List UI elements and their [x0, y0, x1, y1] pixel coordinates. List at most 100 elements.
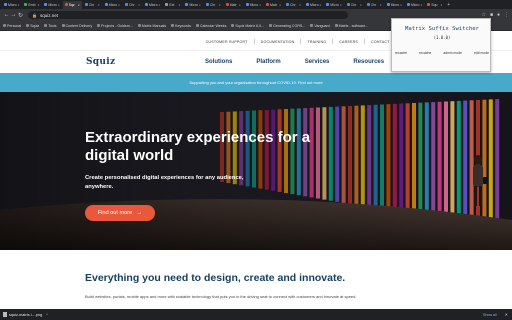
popup-button[interactable]: recache: [419, 51, 431, 55]
popup-button[interactable]: recache: [395, 51, 407, 55]
tab-close-icon[interactable]: ×: [18, 3, 20, 7]
tab-close-icon[interactable]: ×: [360, 3, 362, 7]
tab-close-icon[interactable]: ×: [239, 3, 241, 7]
tab-close-icon[interactable]: ×: [159, 3, 161, 7]
arrow-right-icon: →: [136, 210, 143, 216]
nav-item[interactable]: Resources: [353, 59, 384, 65]
cta-label: Find out more: [97, 210, 133, 216]
browser-tab[interactable]: Micro ×: [42, 1, 61, 9]
bookmark-icon: [137, 24, 141, 27]
popup-button[interactable]: admin mode: [443, 51, 462, 55]
lock-icon: 🔒: [32, 12, 37, 18]
nav-item[interactable]: Platform: [256, 59, 280, 65]
browser-tab[interactable]: Micro ×: [103, 1, 122, 9]
tab-close-icon[interactable]: ×: [219, 3, 221, 7]
bookmark-item[interactable]: Matrix - software...: [334, 24, 368, 28]
show-all-downloads-link[interactable]: Show all: [483, 313, 497, 317]
download-filename: squiz-matrix-i....png: [9, 312, 43, 317]
browser-tab[interactable]: Micro ×: [385, 1, 404, 9]
browser-tab[interactable]: Ext ×: [163, 1, 182, 9]
browser-tab[interactable]: Chr ×: [123, 1, 142, 9]
banner-text: Supporting you and your organisation thr…: [189, 80, 323, 85]
tab-close-icon[interactable]: ×: [179, 3, 181, 7]
tab-close-icon[interactable]: ×: [78, 3, 80, 7]
tab-title: Chr: [370, 2, 377, 7]
browser-tab[interactable]: Squ ×: [425, 1, 444, 9]
close-icon[interactable]: ✕: [505, 312, 508, 317]
browser-tab[interactable]: Micro ×: [304, 1, 323, 9]
tab-list: Micro × Emb × Micro × Sqz × Chr × Micro × Chr × Micro ×…: [2, 0, 445, 9]
forward-icon[interactable]: →: [10, 12, 17, 18]
bookmark-icon: [334, 24, 338, 27]
browser-tab[interactable]: Chr ×: [345, 1, 364, 9]
tab-close-icon[interactable]: ×: [279, 3, 281, 7]
browser-tab[interactable]: Matr ×: [224, 1, 243, 9]
bookmark-item[interactable]: Content Delivery: [61, 24, 92, 28]
tab-favicon-icon: [24, 3, 28, 6]
tab-close-icon[interactable]: ×: [58, 3, 60, 7]
download-item[interactable]: squiz-matrix-i....png ^: [3, 312, 48, 317]
squiz-logo[interactable]: Squiz: [86, 57, 115, 67]
browser-tab[interactable]: Matr ×: [264, 1, 283, 9]
browser-tab[interactable]: Micro ×: [405, 1, 424, 9]
tab-close-icon[interactable]: ×: [98, 3, 100, 7]
reload-icon[interactable]: ↻: [17, 12, 24, 19]
tab-close-icon[interactable]: ×: [299, 3, 301, 7]
nav-item[interactable]: Services: [305, 59, 330, 65]
find-out-more-button[interactable]: Find out more →: [85, 205, 155, 221]
tab-close-icon[interactable]: ×: [380, 3, 382, 7]
browser-tab[interactable]: Micro ×: [143, 1, 162, 9]
back-icon[interactable]: ←: [3, 12, 10, 18]
bookmark-item[interactable]: Matrix Manuals: [137, 24, 166, 28]
bookmark-item[interactable]: Tools: [44, 24, 57, 28]
bookmark-item[interactable]: Squiz: [26, 24, 39, 28]
new-tab-icon[interactable]: +: [447, 2, 450, 8]
popup-button[interactable]: edit mode: [474, 51, 489, 55]
utility-link[interactable]: DOCUMENTATION: [261, 40, 295, 44]
covid-banner[interactable]: Supporting you and your organisation thr…: [0, 73, 512, 92]
utility-link[interactable]: CONTACT: [371, 40, 390, 44]
tab-close-icon[interactable]: ×: [259, 3, 261, 7]
tab-favicon-icon: [285, 3, 289, 6]
menu-icon[interactable]: ⋮: [504, 12, 509, 18]
utility-link[interactable]: TRAINING: [307, 40, 326, 44]
browser-tab[interactable]: Micro ×: [183, 1, 202, 9]
utility-link[interactable]: CAREERS: [339, 40, 358, 44]
tab-close-icon[interactable]: ×: [340, 3, 342, 7]
bookmark-icon: [44, 24, 48, 27]
chevron-up-icon[interactable]: ^: [46, 312, 48, 317]
url-text: squiz.net: [39, 12, 58, 18]
utility-link[interactable]: CUSTOMER SUPPORT: [206, 40, 248, 44]
tab-favicon-icon: [225, 3, 229, 6]
tab-close-icon[interactable]: ×: [38, 3, 40, 7]
bookmark-item[interactable]: Personal: [3, 24, 21, 28]
tab-close-icon[interactable]: ×: [400, 3, 402, 7]
bookmark-item[interactable]: Projects - Goldsm...: [97, 24, 133, 28]
bookmark-item[interactable]: Calendar Weeks: [195, 24, 226, 28]
bookmark-item[interactable]: Vanguard: [310, 24, 330, 28]
browser-tab[interactable]: Emb ×: [22, 1, 41, 9]
tab-close-icon[interactable]: ×: [421, 3, 423, 7]
tab-close-icon[interactable]: ×: [320, 3, 322, 7]
tab-favicon-icon: [427, 3, 431, 6]
profile-icon[interactable]: ●: [497, 12, 500, 18]
tab-close-icon[interactable]: ×: [118, 3, 120, 7]
tab-close-icon[interactable]: ×: [441, 3, 443, 7]
tab-close-icon[interactable]: ×: [199, 3, 201, 7]
bookmark-item[interactable]: Generating CORS...: [269, 24, 305, 28]
bookmark-item[interactable]: Keywords: [171, 24, 191, 28]
tab-favicon-icon: [386, 3, 390, 6]
browser-tab[interactable]: Micro ×: [244, 1, 263, 9]
browser-tab[interactable]: Sqz ×: [62, 0, 82, 9]
address-bar[interactable]: 🔒 squiz.net: [28, 11, 348, 19]
browser-tab[interactable]: Chr ×: [284, 1, 303, 9]
browser-tab[interactable]: Micro ×: [2, 1, 21, 9]
browser-tab[interactable]: Micro ×: [324, 1, 343, 9]
browser-tab[interactable]: Chr ×: [83, 1, 102, 9]
bookmark-icon: [310, 24, 314, 27]
bookmark-item[interactable]: Squiz Matrix 6.0...: [231, 24, 264, 28]
nav-item[interactable]: Solutions: [205, 59, 232, 65]
tab-close-icon[interactable]: ×: [138, 3, 140, 7]
browser-tab[interactable]: Chr ×: [204, 1, 223, 9]
browser-tab[interactable]: Chr ×: [365, 1, 384, 9]
